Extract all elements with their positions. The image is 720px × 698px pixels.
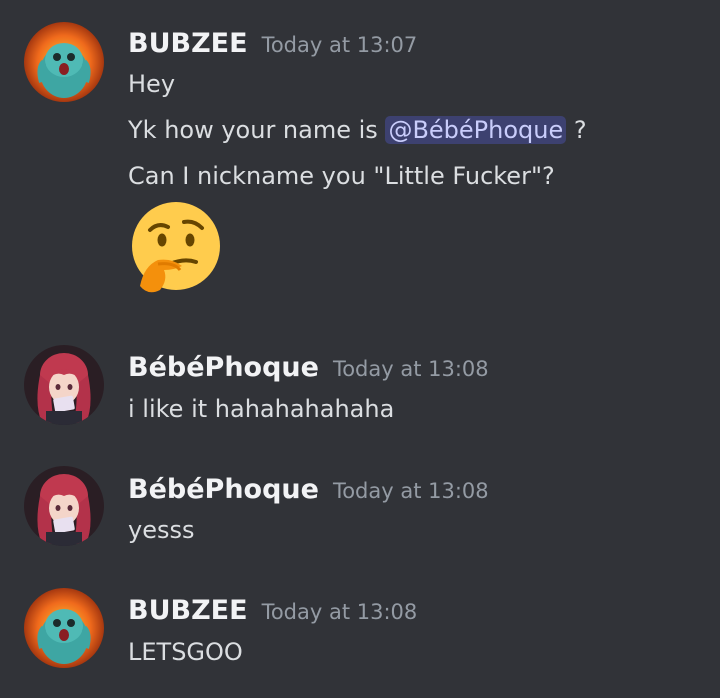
avatar-image (24, 466, 104, 546)
thinking-face-icon[interactable] (128, 200, 224, 296)
timestamp[interactable]: Today at 13:08 (333, 357, 489, 381)
avatar-bubzee[interactable] (24, 22, 104, 102)
username[interactable]: BUBZEE (128, 595, 248, 626)
message-header: BébéPhoque Today at 13:08 (128, 474, 489, 505)
message-text: i like it hahahahahaha (128, 395, 395, 423)
message-text: LETSGOO (128, 638, 243, 666)
timestamp[interactable]: Today at 13:07 (262, 33, 418, 57)
avatar-image (24, 345, 104, 425)
chat-message-list: BUBZEE Today at 13:07 Hey Yk how your nam… (0, 0, 720, 698)
message-text: Yk how your name is @BébéPhoque ? (128, 116, 587, 144)
username[interactable]: BUBZEE (128, 28, 248, 59)
avatar-image (24, 22, 104, 102)
timestamp[interactable]: Today at 13:08 (262, 600, 418, 624)
message-text: Can I nickname you "Little Fucker"? (128, 162, 555, 190)
user-mention[interactable]: @BébéPhoque (385, 116, 567, 144)
message-text: Hey (128, 70, 176, 98)
avatar-image (24, 588, 104, 668)
message-text-prefix: Yk how your name is (128, 116, 386, 144)
message-header: BUBZEE Today at 13:08 (128, 595, 417, 626)
avatar-bebephoque[interactable] (24, 466, 104, 546)
message-text-suffix: ? (566, 116, 587, 144)
message-text: yesss (128, 516, 195, 544)
message-header: BébéPhoque Today at 13:08 (128, 352, 489, 383)
avatar-bubzee[interactable] (24, 588, 104, 668)
timestamp[interactable]: Today at 13:08 (333, 479, 489, 503)
username[interactable]: BébéPhoque (128, 474, 319, 505)
message-header: BUBZEE Today at 13:07 (128, 28, 417, 59)
avatar-bebephoque[interactable] (24, 345, 104, 425)
username[interactable]: BébéPhoque (128, 352, 319, 383)
